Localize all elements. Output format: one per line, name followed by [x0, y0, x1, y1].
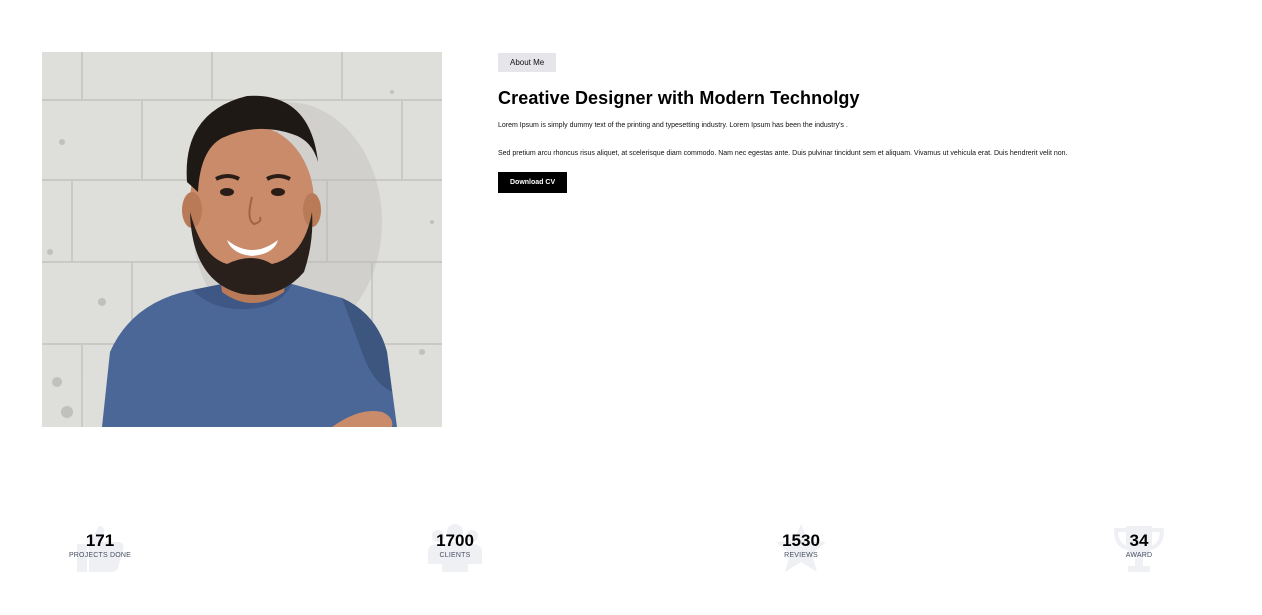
about-me-tag: About Me [498, 53, 557, 72]
stat-projects-done: 171 PROJECTS DONE [40, 522, 160, 574]
stat-reviews: 1530 REVIEWS [741, 522, 861, 574]
stat-label: PROJECTS DONE [68, 552, 132, 559]
about-section: About Me Creative Designer with Modern T… [498, 52, 1218, 193]
stat-label: REVIEWS [784, 552, 818, 559]
profile-photo [42, 52, 442, 427]
about-headline: Creative Designer with Modern Technolgy [498, 88, 860, 108]
stat-value: 34 [1129, 531, 1149, 550]
stat-label: AWARD [1125, 552, 1153, 559]
stat-award: 34 AWARD [1079, 522, 1199, 574]
stat-label: CLIENTS [439, 552, 471, 559]
about-paragraph-2: Sed pretium arcu rhoncus risus aliquet, … [498, 150, 1068, 157]
stat-value: 1700 [436, 531, 474, 550]
stat-value: 1530 [782, 531, 820, 550]
person-portrait-image [42, 52, 442, 427]
stat-clients: 1700 CLIENTS [395, 522, 515, 574]
stat-value: 171 [85, 531, 115, 550]
download-cv-button[interactable]: Download CV [498, 172, 568, 193]
about-paragraph-1: Lorem Ipsum is simply dummy text of the … [498, 122, 848, 129]
